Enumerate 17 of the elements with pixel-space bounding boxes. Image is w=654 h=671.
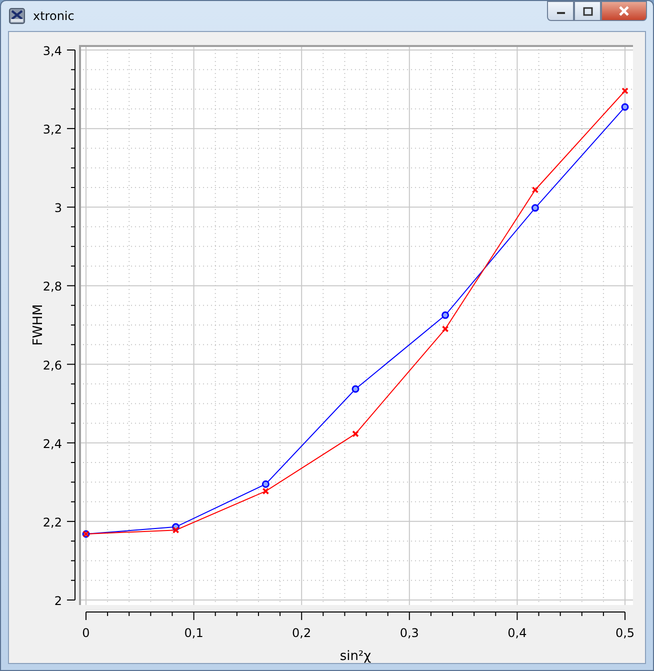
y-tick-label: 2,4 [42, 436, 62, 451]
y-tick-label: 2,8 [42, 280, 62, 294]
x-tick-label: 0,2 [292, 626, 312, 640]
y-tick-label: 2,2 [42, 515, 62, 530]
x-tick-label: 0,1 [184, 626, 204, 640]
x-tick-label: 0 [82, 626, 90, 640]
window-title: xtronic [33, 8, 74, 25]
x-tick-label: 0,5 [615, 626, 635, 640]
x-tick-label: 0,4 [508, 626, 527, 640]
y-tick-label: 3,2 [42, 122, 62, 137]
y-tick-label: 2,6 [42, 358, 62, 372]
y-axis-title: FWHM [31, 304, 46, 346]
x-axis-title: sin²χ [340, 649, 372, 663]
y-tick-label: 3,4 [42, 44, 62, 58]
y-tick-label: 2 [54, 594, 62, 608]
y-tick-label: 3 [54, 201, 62, 216]
x-tick-label: 0,3 [400, 626, 419, 640]
